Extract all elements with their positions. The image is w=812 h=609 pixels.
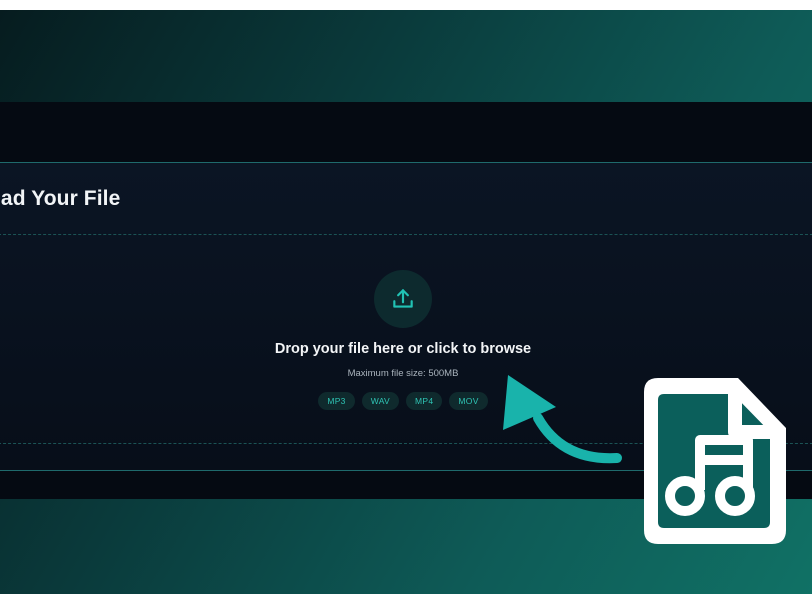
upload-icon [393,289,413,308]
format-badge: MP4 [406,392,443,410]
audio-file-icon [644,378,786,544]
format-badge: MP3 [318,392,355,410]
card-title: oad Your File [0,187,121,210]
upload-button[interactable] [374,270,432,328]
dropzone-title: Drop your file here or click to browse [274,341,532,357]
format-badge: MOV [449,392,488,410]
curved-arrow-icon [503,375,622,464]
format-badge: WAV [361,392,400,410]
